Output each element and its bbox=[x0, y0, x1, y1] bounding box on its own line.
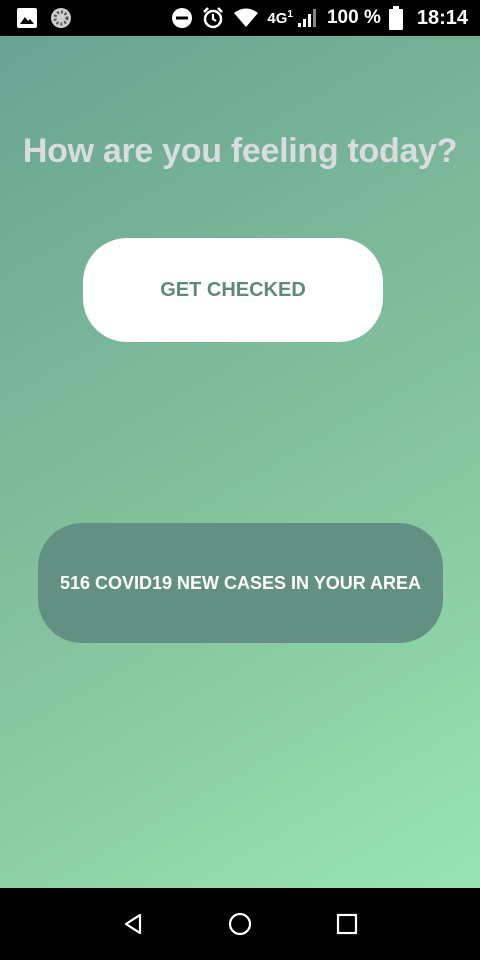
network-type: 4G1 bbox=[267, 9, 293, 27]
status-bar: 4G1 100 % 18:14 bbox=[0, 0, 480, 36]
image-icon bbox=[16, 7, 38, 29]
battery-percent: 100 % bbox=[326, 7, 381, 28]
battery-icon bbox=[388, 6, 403, 30]
home-icon bbox=[228, 912, 252, 936]
sync-icon bbox=[50, 7, 72, 29]
recents-button[interactable] bbox=[327, 904, 367, 944]
recents-icon bbox=[336, 913, 358, 935]
wifi-icon bbox=[233, 7, 259, 29]
nav-bar bbox=[0, 888, 480, 960]
do-not-disturb-icon bbox=[171, 7, 193, 29]
signal-icon bbox=[297, 8, 319, 28]
main-screen: How are you feeling today? GET CHECKED 5… bbox=[0, 36, 480, 888]
get-checked-button[interactable]: GET CHECKED bbox=[83, 238, 383, 342]
cases-text: 516 COVID19 NEW CASES IN YOUR AREA bbox=[59, 572, 422, 593]
back-icon bbox=[122, 913, 144, 935]
clock: 18:14 bbox=[416, 6, 468, 29]
status-left bbox=[16, 7, 72, 29]
page-title: How are you feeling today? bbox=[22, 132, 458, 170]
cases-card[interactable]: 516 COVID19 NEW CASES IN YOUR AREA bbox=[38, 523, 443, 643]
home-button[interactable] bbox=[220, 904, 260, 944]
alarm-icon bbox=[201, 6, 225, 30]
status-right: 4G1 100 % 18:14 bbox=[171, 6, 468, 30]
back-button[interactable] bbox=[113, 904, 153, 944]
